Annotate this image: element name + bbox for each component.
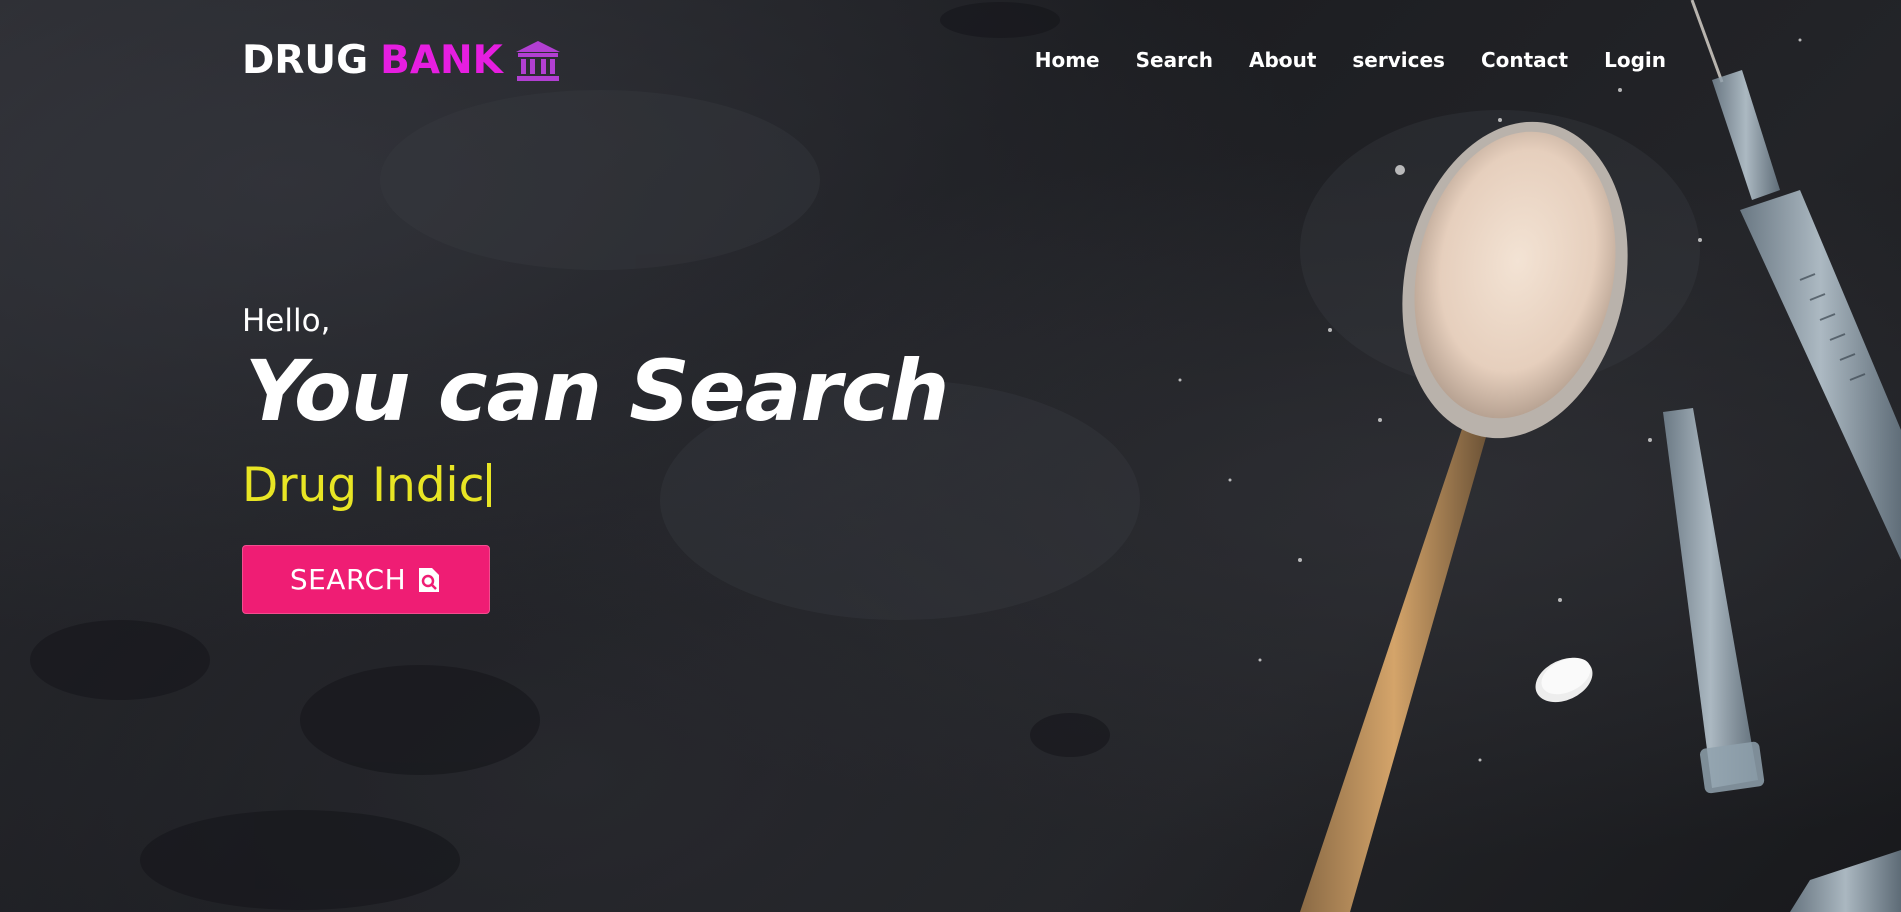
nav-login[interactable]: Login (1604, 48, 1666, 72)
bank-building-icon (515, 40, 561, 82)
nav-about[interactable]: About (1249, 48, 1316, 72)
typed-text: Drug Indic (242, 458, 485, 513)
hero-section: DRUG BANK Home Search About services Con… (0, 0, 1901, 912)
nav-contact[interactable]: Contact (1481, 48, 1568, 72)
search-button[interactable]: SEARCH (242, 545, 490, 614)
hero-greeting: Hello, (242, 303, 331, 339)
main-nav: Home Search About services Contact Login (1035, 48, 1666, 72)
typing-cursor (487, 463, 492, 507)
brand-logo[interactable]: DRUG BANK (242, 38, 561, 83)
search-document-icon (416, 566, 442, 594)
nav-search[interactable]: Search (1136, 48, 1213, 72)
typed-text-line: Drug Indic (242, 458, 492, 513)
background-photo (30, 0, 1901, 912)
nav-home[interactable]: Home (1035, 48, 1100, 72)
brand-word-bank: BANK (380, 38, 503, 83)
nav-services[interactable]: services (1352, 48, 1445, 72)
search-button-label: SEARCH (289, 563, 407, 596)
brand-word-drug: DRUG (242, 38, 369, 83)
hero-headline: You can Search (245, 342, 949, 440)
